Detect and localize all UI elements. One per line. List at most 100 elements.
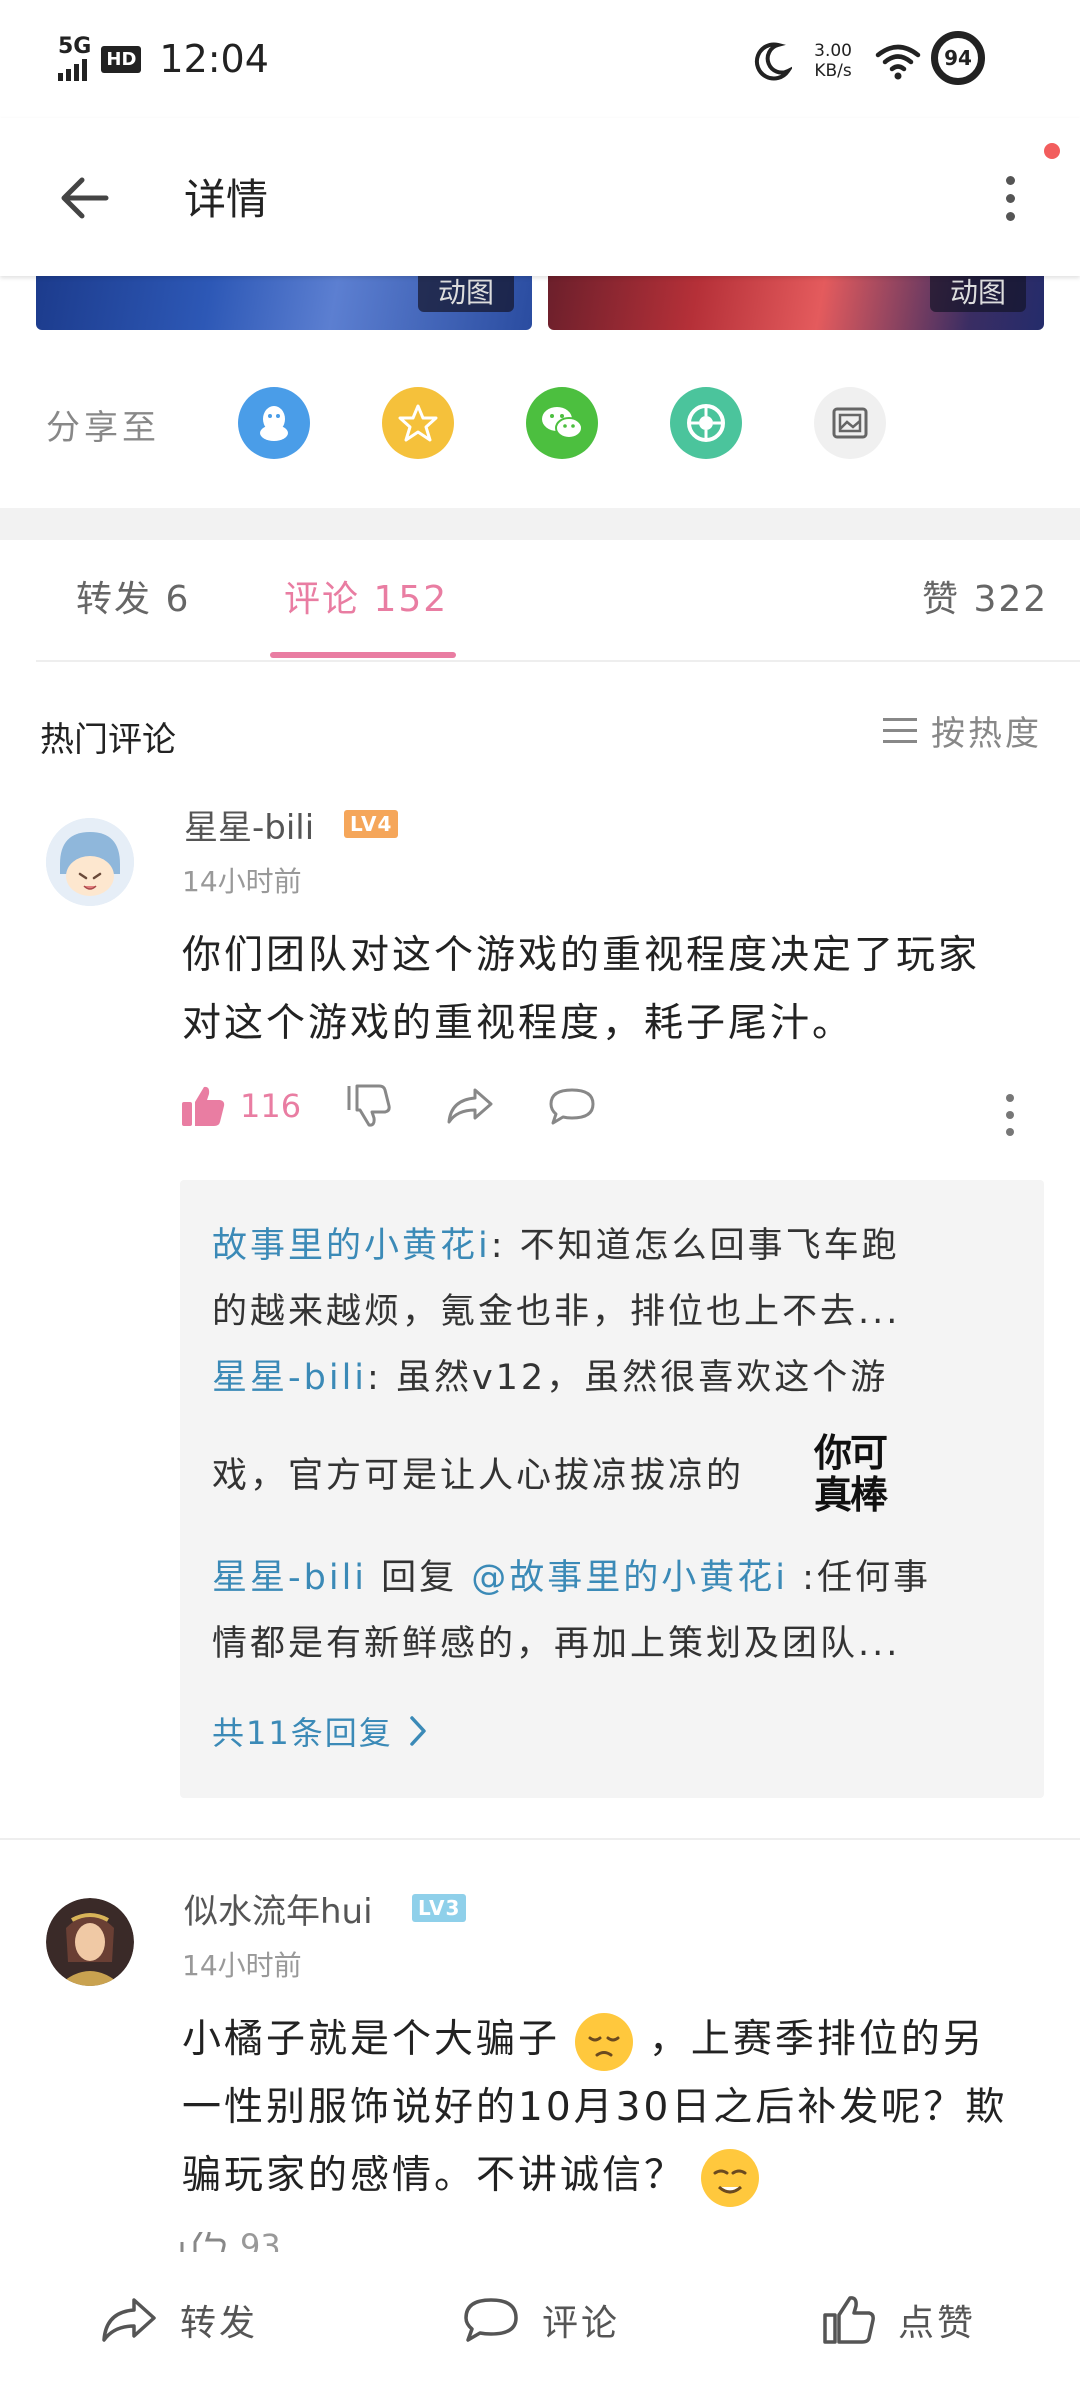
tab-repost[interactable]: 转发 6 [76, 570, 190, 622]
sticker-image: 你可 真棒 [814, 1432, 906, 1528]
post-image-1[interactable]: 动图 [36, 270, 532, 330]
back-button[interactable] [48, 162, 120, 234]
qq-icon [260, 406, 288, 441]
reply-word: 回复 [367, 1558, 472, 1598]
reply-text: : 不知道怎么回事飞车跑 [490, 1226, 900, 1266]
level-badge: LV3 [412, 1894, 467, 1922]
comment-divider [0, 1838, 1080, 1840]
page-title: 详情 [184, 175, 269, 224]
like-button[interactable]: 116 [180, 1084, 301, 1128]
reply-username[interactable]: 星星-bili [212, 1358, 367, 1398]
thumbs-down-icon [347, 1084, 391, 1127]
reply-item: 故事里的小黄花i: 不知道怎么回事飞车跑 [212, 1214, 900, 1278]
share-moments-button[interactable] [670, 387, 742, 459]
status-bar: 5G HD 12:04 3.00 KB/s 94 [0, 0, 1080, 118]
dot [1006, 1128, 1014, 1136]
hd-badge: HD [101, 45, 142, 73]
comment-text-segment: 骗玩家的感情。不讲诚信？ [182, 2153, 687, 2198]
post-image-2[interactable]: 动图 [548, 270, 1044, 330]
bottom-like-button[interactable]: 点赞 [822, 2294, 976, 2346]
reply-button[interactable] [547, 1086, 597, 1126]
share-button[interactable] [445, 1086, 495, 1126]
reply-username[interactable]: 星星-bili [212, 1558, 367, 1598]
sort-label: 按热度 [931, 714, 1042, 754]
emoji-image [713, 2169, 747, 2193]
reply-text-line: 的越来越烦，氪金也非，排位也上不去... [212, 1292, 901, 1332]
chat-bubble-icon [549, 1088, 595, 1125]
status-right: 3.00 KB/s [754, 34, 922, 88]
bottom-repost-label: 转发 [180, 2303, 259, 2344]
level-badge: LV4 [344, 810, 399, 838]
comment-username[interactable]: 似水流年hui [184, 1884, 373, 1933]
more-options-button[interactable] [986, 162, 1034, 234]
dot [1006, 1094, 1014, 1102]
avatar[interactable] [46, 818, 134, 906]
arrow-left-icon [61, 177, 109, 219]
net-speed-unit: KB/s [814, 61, 852, 81]
sleepy-face-emoji [575, 2012, 634, 2071]
wifi-icon [875, 44, 921, 80]
sticker-text: 真棒 [814, 1473, 888, 1517]
reply-text-line: 戏，官方可是让人心拔凉拔凉的 [212, 1456, 745, 1496]
tab-indicator [270, 652, 456, 658]
reply-item: 星星-bili 回复 @故事里的小黄花i :任何事 [212, 1546, 931, 1610]
reply-username[interactable]: 故事里的小黄花i [212, 1226, 491, 1266]
comment-time: 14小时前 [182, 1949, 302, 1982]
comment-text: 你们团队对这个游戏的重视程度决定了玩家 对这个游戏的重视程度，耗子尾汁。 [182, 922, 980, 1058]
share-arrow-icon [102, 2298, 156, 2342]
status-time: 12:04 [159, 37, 269, 81]
bottom-action-bar: 转发 评论 点赞 [0, 2252, 1080, 2408]
bottom-comment-button[interactable]: 评论 [462, 2294, 620, 2346]
save-image-icon [832, 407, 868, 439]
share-arrow-icon [447, 1088, 493, 1124]
dot [1006, 1111, 1014, 1119]
moments-icon [687, 404, 725, 442]
comment-text-line: 一性别服饰说好的10月30日之后补发呢？欺 [182, 2085, 1008, 2130]
share-qzone-button[interactable] [382, 387, 454, 459]
share-qq-button[interactable] [238, 387, 310, 459]
network-type: 5G [58, 34, 92, 59]
mention-link[interactable]: @故事里的小黄花i [471, 1558, 788, 1598]
comment-username[interactable]: 星星-bili [184, 800, 314, 849]
reply-item: 星星-bili: 虽然v12，虽然很喜欢这个游 [212, 1346, 888, 1410]
comment-actions: 116 [180, 1084, 597, 1128]
tab-comments[interactable]: 评论 152 [284, 570, 448, 622]
reply-text: : 虽然v12，虽然很喜欢这个游 [367, 1358, 889, 1398]
like-count: 93 [240, 2232, 281, 2252]
top-app-bar: 详情 [0, 118, 1080, 276]
comment-text-segment: ，上赛季排位的另 [648, 2017, 985, 2062]
sort-by-hot-button[interactable]: 按热度 [883, 706, 1042, 755]
dot [1005, 211, 1015, 221]
share-save-image-button[interactable] [814, 387, 886, 459]
thumbs-up-filled-icon [182, 1086, 225, 1126]
comment-text-line: 对这个游戏的重视程度，耗子尾汁。 [182, 1001, 855, 1046]
signal-indicator: 5G [58, 34, 92, 81]
gif-badge: 动图 [930, 270, 1026, 312]
section-separator [0, 508, 1080, 540]
hot-comments-title: 热门评论 [40, 720, 176, 760]
dot [1005, 193, 1015, 203]
avatar[interactable] [46, 1898, 134, 1986]
like-count: 116 [240, 1087, 302, 1125]
sort-list-icon [883, 718, 917, 743]
qzone-icon [398, 404, 438, 442]
reply-text-line: 情都是有新鲜感的，再加上策划及团队... [212, 1624, 901, 1664]
bottom-like-label: 点赞 [898, 2303, 977, 2344]
reply-preview-box[interactable]: 故事里的小黄花i: 不知道怎么回事飞车跑 的越来越烦，氪金也非，排位也上不去..… [180, 1180, 1044, 1798]
notification-dot [1044, 143, 1060, 159]
comment-text-line: 骗玩家的感情。不讲诚信？ [182, 2142, 1007, 2210]
share-wechat-button[interactable] [526, 387, 598, 459]
view-all-replies-link[interactable]: 共11条回复 [212, 1708, 427, 1754]
tab-likes[interactable]: 赞 322 [922, 570, 1048, 622]
comment-more-button[interactable] [1006, 1094, 1014, 1136]
dislike-button[interactable] [345, 1084, 391, 1128]
bottom-repost-button[interactable]: 转发 [100, 2294, 258, 2346]
dot [1005, 175, 1015, 185]
chat-bubble-icon [464, 2298, 518, 2342]
chevron-right-icon [409, 1716, 426, 1746]
avatar-image [46, 1898, 134, 1986]
wechat-icon [542, 407, 583, 439]
comment-text-line: 小橘子就是个大骗子 ，上赛季排位的另 [182, 2006, 1007, 2074]
sticker-text: 你可 [814, 1431, 888, 1475]
thumbs-up-icon[interactable] [180, 2232, 226, 2252]
